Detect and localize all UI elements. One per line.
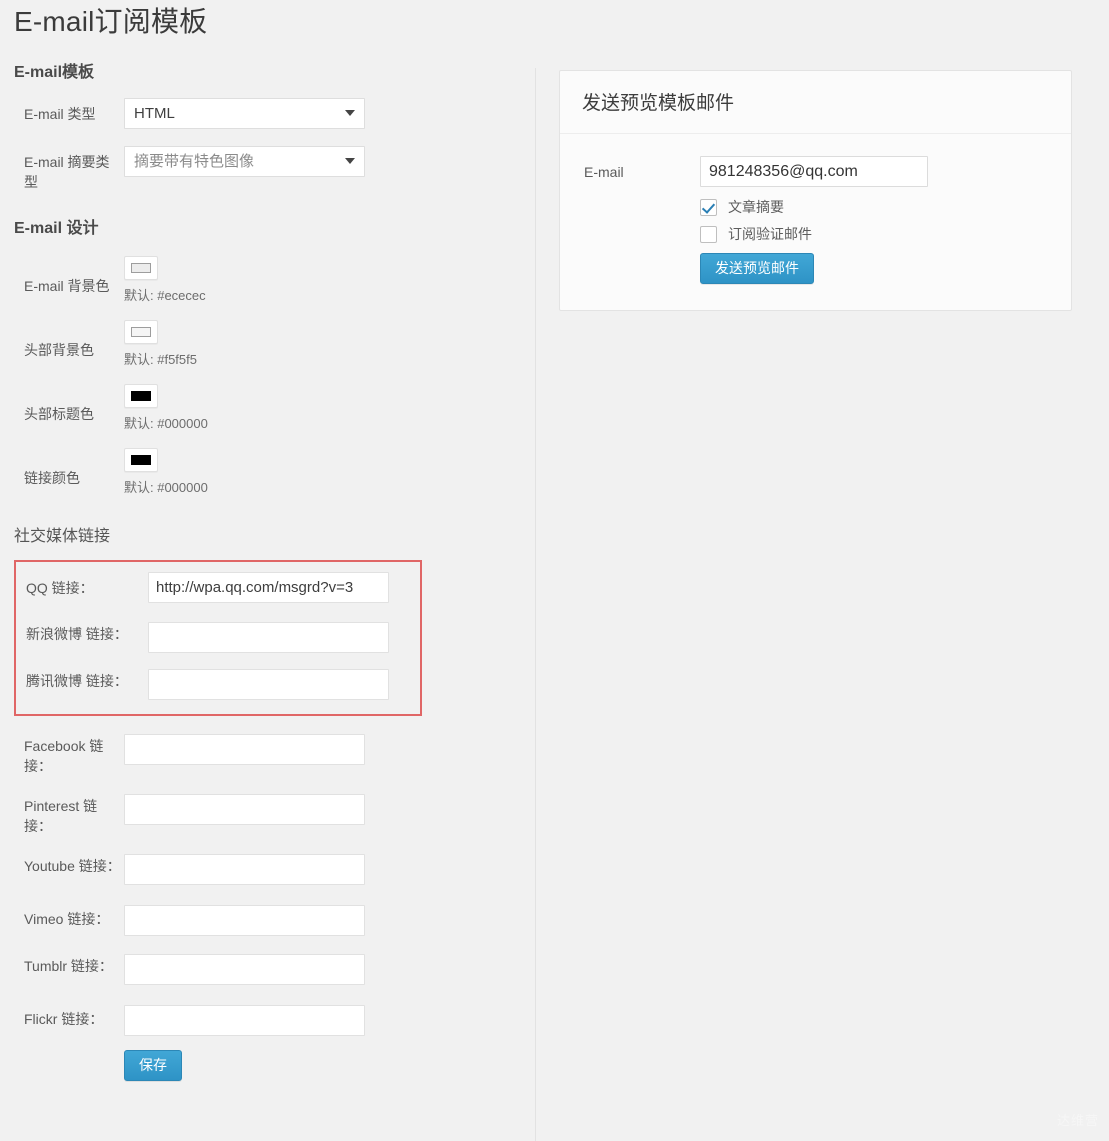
label-email-bg-color: E-mail 背景色 [24, 278, 110, 294]
checkbox-row-subscription-verify[interactable]: 订阅验证邮件 [700, 226, 1071, 243]
input-qq-link[interactable] [148, 572, 389, 603]
label-link-color: 链接颜色 [24, 470, 80, 486]
form-row-weibo-link: 新浪微博 链接： [16, 618, 420, 653]
label-preview-email: E-mail [584, 164, 624, 180]
send-button-wrap: 发送预览邮件 [700, 253, 1071, 284]
label-qq-link: QQ 链接： [26, 580, 94, 596]
control-qq-link [148, 572, 420, 603]
form-row-qq-link: QQ 链接： [16, 572, 420, 606]
default-color-text: 默认: #000000 [124, 480, 208, 495]
select-excerpt-type-value: 摘要带有特色图像 [134, 153, 255, 170]
control-excerpt-type: 摘要带有特色图像 [122, 146, 520, 177]
select-email-type[interactable]: HTML [124, 98, 365, 129]
input-tumblr-link[interactable] [124, 954, 365, 985]
control-preview-email [700, 156, 1071, 187]
default-color-text: 默认: #000000 [124, 416, 208, 431]
input-facebook-link[interactable] [124, 734, 365, 765]
control-email-type: HTML [122, 98, 520, 129]
label-vimeo-link: Vimeo 链接： [24, 911, 110, 927]
control-pinterest-link [122, 790, 520, 825]
color-swatch-button[interactable] [124, 256, 158, 280]
control-save: 保存 [122, 1050, 520, 1081]
select-email-type-value: HTML [134, 105, 175, 122]
color-swatch-icon [131, 391, 151, 401]
checkbox-label-article-excerpt: 文章摘要 [728, 199, 784, 215]
column-divider [535, 68, 536, 1141]
save-button[interactable]: 保存 [124, 1050, 182, 1081]
input-pinterest-link[interactable] [124, 794, 365, 825]
form-row-facebook-link: Facebook 链接： [0, 730, 520, 776]
label-pinterest-link: Pinterest 链接： [24, 798, 98, 834]
form-row-email-bg-color: E-mail 背景色 默认: #ececec [0, 254, 520, 304]
color-swatch-icon [131, 263, 151, 273]
section-heading-social: 社交媒体链接 [14, 528, 111, 545]
control-header-title-color: 默认: #000000 [122, 382, 520, 432]
input-vimeo-link[interactable] [124, 905, 365, 936]
input-weibo-link[interactable] [148, 622, 389, 653]
send-preview-email-button[interactable]: 发送预览邮件 [700, 253, 814, 284]
section-heading-template: E-mail模板 [14, 64, 95, 81]
checkbox-subscription-verify[interactable] [700, 226, 717, 243]
form-row-header-bg-color: 头部背景色 默认: #f5f5f5 [0, 318, 520, 368]
preview-email-panel: 发送预览模板邮件 E-mail 文章摘要 订阅验证邮件 发送预览邮件 [559, 70, 1072, 311]
control-vimeo-link [122, 899, 520, 936]
chevron-down-icon [345, 158, 355, 164]
default-color-text: 默认: #f5f5f5 [124, 352, 197, 367]
form-row-vimeo-link: Vimeo 链接： [0, 899, 520, 936]
form-row-youtube-link: Youtube 链接： [0, 850, 520, 885]
form-row-link-color: 链接颜色 默认: #000000 [0, 446, 520, 496]
control-email-bg-color: 默认: #ececec [122, 254, 520, 304]
control-facebook-link [122, 730, 520, 765]
color-swatch-icon [131, 327, 151, 337]
social-highlight-region: QQ 链接： 新浪微博 链接： 腾讯微博 链接： [14, 560, 422, 716]
watermark: 达维营 [1056, 1113, 1099, 1128]
preview-panel-body: E-mail 文章摘要 订阅验证邮件 发送预览邮件 [560, 134, 1071, 310]
label-tumblr-link: Tumblr 链接： [24, 958, 113, 974]
control-youtube-link [122, 850, 520, 885]
label-header-title-color: 头部标题色 [24, 406, 94, 422]
checkbox-label-subscription-verify: 订阅验证邮件 [728, 226, 812, 242]
color-swatch-button[interactable] [124, 448, 158, 472]
save-row-spacer [0, 1050, 122, 1056]
input-tencent-weibo-link[interactable] [148, 669, 389, 700]
label-tencent-weibo-link: 腾讯微博 链接： [26, 673, 128, 689]
color-swatch-button[interactable] [124, 384, 158, 408]
label-header-bg-color: 头部背景色 [24, 342, 94, 358]
control-link-color: 默认: #000000 [122, 446, 520, 496]
label-excerpt-type: E-mail 摘要类型 [24, 154, 110, 190]
checkbox-article-excerpt[interactable] [700, 199, 717, 216]
label-flickr-link: Flickr 链接： [24, 1011, 104, 1027]
label-weibo-link: 新浪微博 链接： [26, 626, 128, 642]
form-row-email-type: E-mail 类型 HTML [0, 98, 520, 132]
select-excerpt-type[interactable]: 摘要带有特色图像 [124, 146, 365, 177]
control-tencent-weibo-link [148, 665, 420, 700]
label-facebook-link: Facebook 链接： [24, 738, 104, 774]
form-row-excerpt-type: E-mail 摘要类型 摘要带有特色图像 [0, 146, 520, 192]
form-row-save: 保存 [0, 1050, 520, 1084]
control-header-bg-color: 默认: #f5f5f5 [122, 318, 520, 368]
section-heading-design: E-mail 设计 [14, 220, 99, 237]
input-flickr-link[interactable] [124, 1005, 365, 1036]
form-row-header-title-color: 头部标题色 默认: #000000 [0, 382, 520, 432]
label-youtube-link: Youtube 链接： [24, 858, 121, 874]
form-row-tumblr-link: Tumblr 链接： [0, 950, 520, 985]
control-flickr-link [122, 999, 520, 1036]
form-row-tencent-weibo-link: 腾讯微博 链接： [16, 665, 420, 700]
color-swatch-button[interactable] [124, 320, 158, 344]
default-color-text: 默认: #ececec [124, 288, 206, 303]
settings-column: E-mail模板 E-mail 类型 HTML E-mail 摘要类型 摘要带有… [0, 62, 520, 1098]
input-preview-email[interactable] [700, 156, 928, 187]
form-row-pinterest-link: Pinterest 链接： [0, 790, 520, 836]
preview-panel-title: 发送预览模板邮件 [560, 71, 1071, 134]
checkbox-row-article-excerpt[interactable]: 文章摘要 [700, 199, 1071, 216]
form-row-preview-email: E-mail [560, 156, 1071, 187]
control-weibo-link [148, 618, 420, 653]
color-swatch-icon [131, 455, 151, 465]
label-email-type: E-mail 类型 [24, 106, 96, 122]
input-youtube-link[interactable] [124, 854, 365, 885]
chevron-down-icon [345, 110, 355, 116]
form-row-flickr-link: Flickr 链接： [0, 999, 520, 1036]
page-title: E-mail订阅模板 [14, 6, 208, 37]
control-tumblr-link [122, 950, 520, 985]
